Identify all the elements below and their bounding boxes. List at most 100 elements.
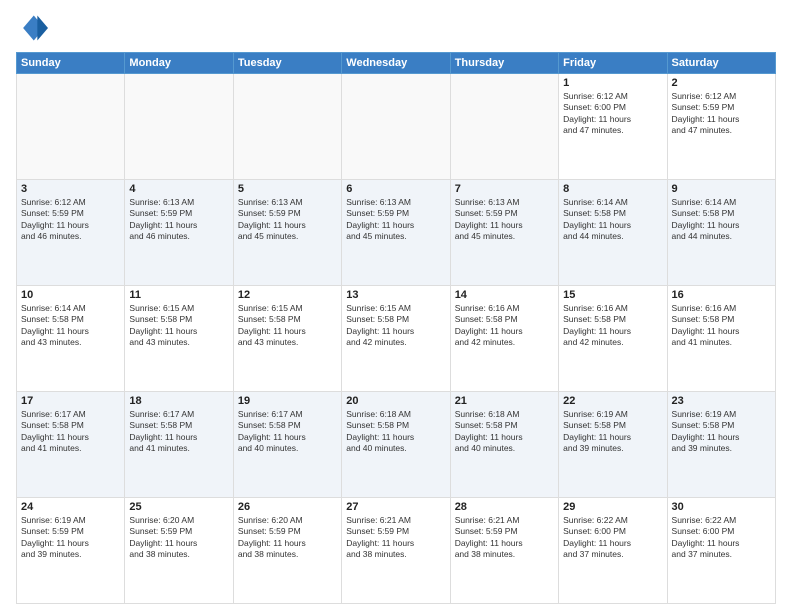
calendar-cell (233, 74, 341, 180)
logo-icon (16, 12, 48, 44)
calendar-week-4: 24 Sunrise: 6:19 AM Sunset: 5:59 PM Dayli… (17, 498, 776, 604)
day-number: 11 (129, 289, 228, 301)
calendar-cell: 29Sunrise: 6:22 AM Sunset: 6:00 PM Dayli… (559, 498, 667, 604)
day-info: Sunrise: 6:15 AM Sunset: 5:58 PM Dayligh… (346, 303, 445, 349)
day-number: 21 (455, 395, 554, 407)
calendar-cell: 7 Sunrise: 6:13 AM Sunset: 5:59 PM Daylig… (450, 180, 558, 286)
day-number: 7 (455, 183, 554, 195)
calendar-header-row: SundayMondayTuesdayWednesdayThursdayFrid… (17, 53, 776, 74)
calendar-cell (342, 74, 450, 180)
calendar-header-thursday: Thursday (450, 53, 558, 74)
day-number: 9 (672, 183, 771, 195)
day-info: Sunrise: 6:18 AM Sunset: 5:58 PM Dayligh… (455, 409, 554, 455)
day-number: 20 (346, 395, 445, 407)
calendar-cell: 16Sunrise: 6:16 AM Sunset: 5:58 PM Dayli… (667, 286, 775, 392)
day-number: 28 (455, 501, 554, 513)
calendar-cell: 13 Sunrise: 6:15 AM Sunset: 5:58 PM Dayli… (342, 286, 450, 392)
day-info: Sunrise: 6:15 AM Sunset: 5:58 PM Dayligh… (129, 303, 228, 349)
day-number: 18 (129, 395, 228, 407)
page: SundayMondayTuesdayWednesdayThursdayFrid… (0, 0, 792, 612)
calendar-cell: 9 Sunrise: 6:14 AM Sunset: 5:58 PM Daylig… (667, 180, 775, 286)
day-number: 12 (238, 289, 337, 301)
calendar-header-tuesday: Tuesday (233, 53, 341, 74)
calendar-cell: 15 Sunrise: 6:16 AM Sunset: 5:58 PM Dayli… (559, 286, 667, 392)
calendar-cell: 2 Sunrise: 6:12 AM Sunset: 5:59 PM Daylig… (667, 74, 775, 180)
day-info: Sunrise: 6:21 AM Sunset: 5:59 PM Dayligh… (455, 515, 554, 561)
calendar-cell: 5 Sunrise: 6:13 AM Sunset: 5:59 PM Daylig… (233, 180, 341, 286)
calendar-header-friday: Friday (559, 53, 667, 74)
calendar-header-saturday: Saturday (667, 53, 775, 74)
calendar-header-monday: Monday (125, 53, 233, 74)
day-info: Sunrise: 6:13 AM Sunset: 5:59 PM Dayligh… (455, 197, 554, 243)
day-number: 26 (238, 501, 337, 513)
calendar-cell: 21 Sunrise: 6:18 AM Sunset: 5:58 PM Dayli… (450, 392, 558, 498)
day-info: Sunrise: 6:13 AM Sunset: 5:59 PM Dayligh… (346, 197, 445, 243)
day-info: Sunrise: 6:12 AM Sunset: 5:59 PM Dayligh… (21, 197, 120, 243)
day-info: Sunrise: 6:22 AM Sunset: 6:00 PM Dayligh… (672, 515, 771, 561)
day-info: Sunrise: 6:12 AM Sunset: 5:59 PM Dayligh… (672, 91, 771, 137)
calendar-cell: 20 Sunrise: 6:18 AM Sunset: 5:58 PM Dayli… (342, 392, 450, 498)
calendar-cell: 3 Sunrise: 6:12 AM Sunset: 5:59 PM Daylig… (17, 180, 125, 286)
calendar-cell: 4Sunrise: 6:13 AM Sunset: 5:59 PM Daylig… (125, 180, 233, 286)
day-info: Sunrise: 6:12 AM Sunset: 6:00 PM Dayligh… (563, 91, 662, 137)
calendar-cell: 1 Sunrise: 6:12 AM Sunset: 6:00 PM Daylig… (559, 74, 667, 180)
day-info: Sunrise: 6:21 AM Sunset: 5:59 PM Dayligh… (346, 515, 445, 561)
day-number: 24 (21, 501, 120, 513)
calendar: SundayMondayTuesdayWednesdayThursdayFrid… (16, 52, 776, 604)
day-info: Sunrise: 6:20 AM Sunset: 5:59 PM Dayligh… (238, 515, 337, 561)
calendar-cell: 6Sunrise: 6:13 AM Sunset: 5:59 PM Daylig… (342, 180, 450, 286)
header (16, 12, 776, 44)
day-number: 23 (672, 395, 771, 407)
day-number: 25 (129, 501, 228, 513)
day-number: 10 (21, 289, 120, 301)
day-info: Sunrise: 6:13 AM Sunset: 5:59 PM Dayligh… (238, 197, 337, 243)
day-info: Sunrise: 6:18 AM Sunset: 5:58 PM Dayligh… (346, 409, 445, 455)
calendar-cell: 14 Sunrise: 6:16 AM Sunset: 5:58 PM Dayli… (450, 286, 558, 392)
day-number: 30 (672, 501, 771, 513)
day-number: 1 (563, 77, 662, 89)
day-info: Sunrise: 6:19 AM Sunset: 5:58 PM Dayligh… (563, 409, 662, 455)
calendar-week-0: 1 Sunrise: 6:12 AM Sunset: 6:00 PM Daylig… (17, 74, 776, 180)
calendar-cell: 12Sunrise: 6:15 AM Sunset: 5:58 PM Dayli… (233, 286, 341, 392)
day-number: 4 (129, 183, 228, 195)
day-info: Sunrise: 6:14 AM Sunset: 5:58 PM Dayligh… (672, 197, 771, 243)
calendar-cell: 30 Sunrise: 6:22 AM Sunset: 6:00 PM Dayli… (667, 498, 775, 604)
calendar-cell: 11 Sunrise: 6:15 AM Sunset: 5:58 PM Dayli… (125, 286, 233, 392)
day-number: 8 (563, 183, 662, 195)
day-info: Sunrise: 6:14 AM Sunset: 5:58 PM Dayligh… (563, 197, 662, 243)
calendar-cell (17, 74, 125, 180)
day-number: 3 (21, 183, 120, 195)
day-info: Sunrise: 6:20 AM Sunset: 5:59 PM Dayligh… (129, 515, 228, 561)
day-number: 14 (455, 289, 554, 301)
day-info: Sunrise: 6:17 AM Sunset: 5:58 PM Dayligh… (238, 409, 337, 455)
calendar-cell: 18Sunrise: 6:17 AM Sunset: 5:58 PM Dayli… (125, 392, 233, 498)
calendar-cell: 28 Sunrise: 6:21 AM Sunset: 5:59 PM Dayli… (450, 498, 558, 604)
calendar-cell (450, 74, 558, 180)
day-number: 5 (238, 183, 337, 195)
calendar-cell: 17Sunrise: 6:17 AM Sunset: 5:58 PM Dayli… (17, 392, 125, 498)
day-number: 17 (21, 395, 120, 407)
calendar-cell: 26 Sunrise: 6:20 AM Sunset: 5:59 PM Dayli… (233, 498, 341, 604)
day-number: 22 (563, 395, 662, 407)
calendar-week-3: 17 Sunrise: 6:17 AM Sunset: 5:58 PM Dayli… (17, 392, 776, 498)
calendar-cell: 22 Sunrise: 6:19 AM Sunset: 5:58 PM Dayli… (559, 392, 667, 498)
calendar-cell (125, 74, 233, 180)
day-number: 2 (672, 77, 771, 89)
day-number: 13 (346, 289, 445, 301)
day-info: Sunrise: 6:19 AM Sunset: 5:59 PM Dayligh… (21, 515, 120, 561)
day-number: 16 (672, 289, 771, 301)
day-number: 27 (346, 501, 445, 513)
calendar-cell: 8 Sunrise: 6:14 AM Sunset: 5:58 PM Daylig… (559, 180, 667, 286)
calendar-week-2: 10 Sunrise: 6:14 AM Sunset: 5:58 PM Dayli… (17, 286, 776, 392)
day-number: 29 (563, 501, 662, 513)
day-info: Sunrise: 6:14 AM Sunset: 5:58 PM Dayligh… (21, 303, 120, 349)
day-info: Sunrise: 6:19 AM Sunset: 5:58 PM Dayligh… (672, 409, 771, 455)
calendar-cell: 19 Sunrise: 6:17 AM Sunset: 5:58 PM Dayli… (233, 392, 341, 498)
day-number: 15 (563, 289, 662, 301)
day-number: 19 (238, 395, 337, 407)
day-info: Sunrise: 6:16 AM Sunset: 5:58 PM Dayligh… (455, 303, 554, 349)
logo (16, 12, 52, 44)
calendar-cell: 25 Sunrise: 6:20 AM Sunset: 5:59 PM Dayli… (125, 498, 233, 604)
calendar-header-wednesday: Wednesday (342, 53, 450, 74)
day-info: Sunrise: 6:16 AM Sunset: 5:58 PM Dayligh… (563, 303, 662, 349)
